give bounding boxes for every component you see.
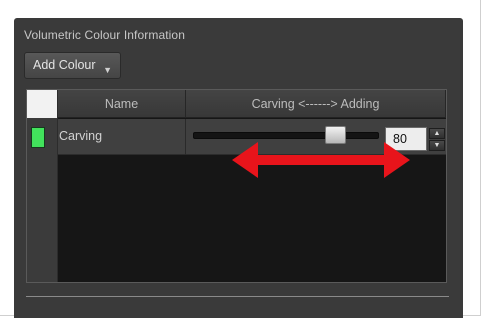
colour-table: Name Carving <------> Adding Carving 80 … [26,89,447,283]
add-colour-button[interactable]: Add Colour ▼ [24,52,121,79]
row-name-cell[interactable]: Carving [58,119,186,155]
colour-swatch[interactable] [31,127,45,148]
section-title: Volumetric Colour Information [24,28,185,42]
column-header-carving-adding[interactable]: Carving <------> Adding [186,90,446,118]
chevron-down-icon: ▼ [103,65,112,75]
column-header-name[interactable]: Name [58,90,186,118]
row-header-strip [27,90,58,282]
double-arrow-icon [232,142,410,178]
spin-down-icon[interactable]: ▼ [429,140,445,151]
carving-adding-slider[interactable] [193,132,379,139]
table-corner-cell[interactable] [27,90,58,118]
add-colour-label: Add Colour [33,58,96,72]
screenshot-frame: Volumetric Colour Information Add Colour… [0,0,481,318]
section-divider [26,296,449,297]
spin-up-icon[interactable]: ▲ [429,128,445,139]
